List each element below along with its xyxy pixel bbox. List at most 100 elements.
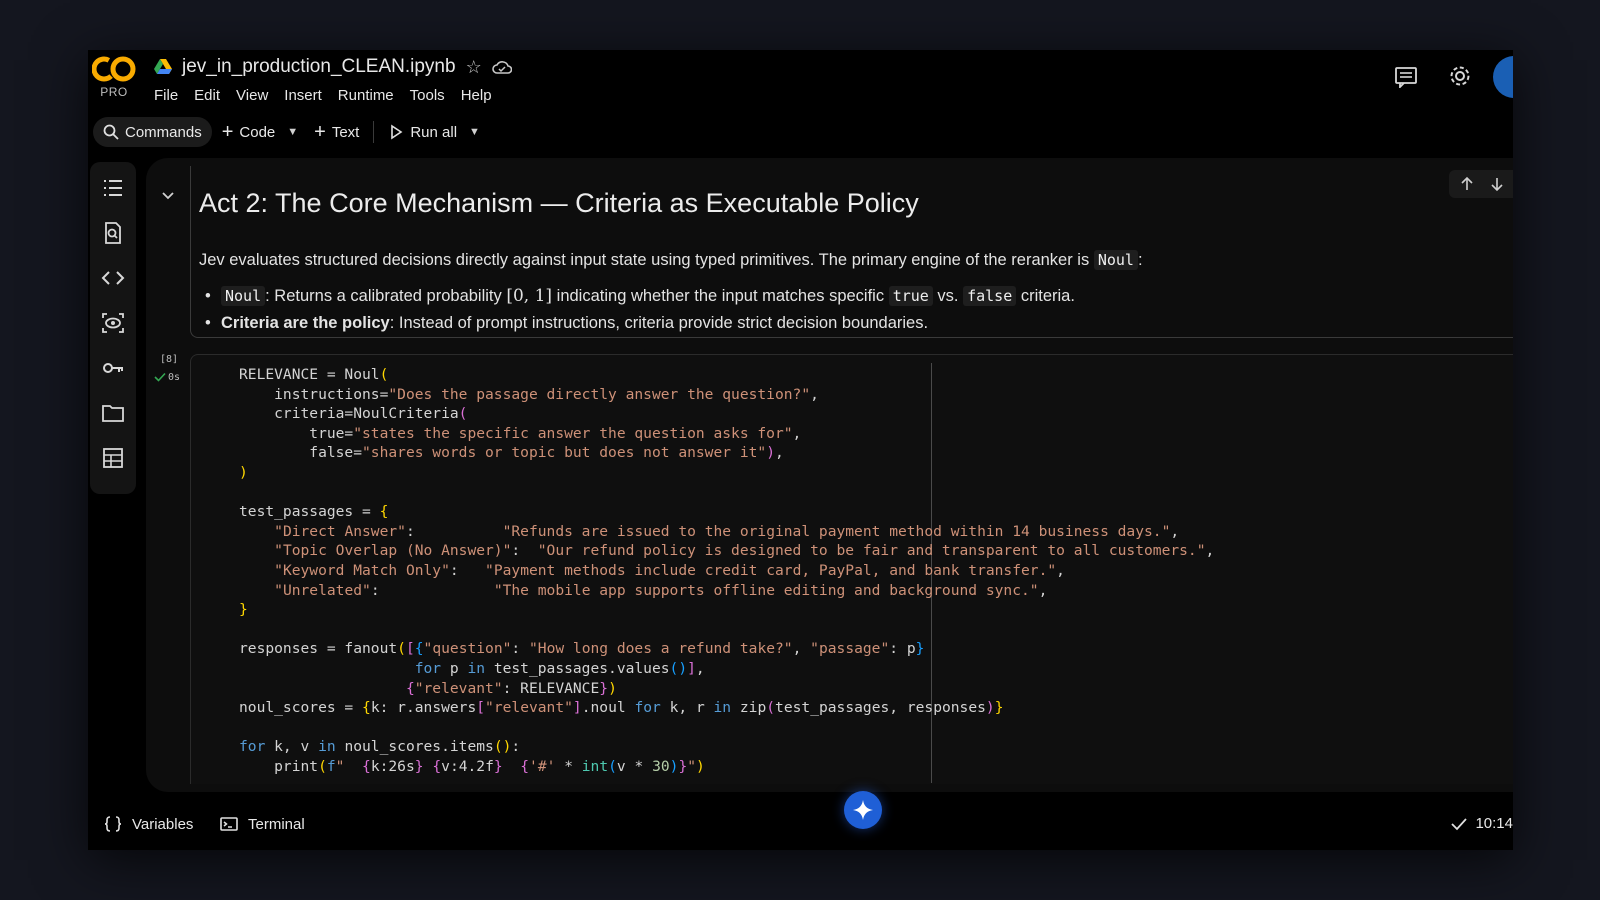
code-line: } (239, 601, 248, 619)
code-editor[interactable]: RELEVANCE = Noul( instructions="Does the… (239, 365, 1214, 776)
list-item: Noul: Returns a calibrated probability [… (205, 283, 1075, 310)
plus-icon: + (314, 121, 326, 143)
terminal-label: Terminal (248, 815, 305, 833)
data-table-icon[interactable] (101, 446, 125, 470)
list-item: Criteria are the policy: Instead of prom… (205, 310, 1075, 337)
run-all-button[interactable]: Run all (378, 117, 467, 147)
intro-colon: : (1137, 251, 1143, 269)
inline-code-true: true (888, 286, 933, 306)
plus-icon: + (221, 121, 234, 143)
gemini-sparkle-icon (853, 800, 873, 820)
bottom-bar: Variables Terminal 10:14 (88, 800, 1513, 850)
code-line: instructions="Does the passage directly … (239, 385, 819, 403)
run-all-dropdown-chevron-icon[interactable]: ▼ (469, 126, 480, 138)
bullet-text: indicating whether the input matches spe… (556, 287, 885, 305)
search-icon (103, 124, 119, 140)
toolbar-divider (373, 121, 375, 143)
google-drive-icon (154, 59, 172, 74)
code-line: test_passages = { (239, 503, 389, 521)
code-line: false="shares words or topic but does no… (239, 444, 784, 462)
commands-label: Commands (125, 123, 202, 141)
colab-logo[interactable]: PRO (92, 54, 136, 99)
gemini-assistant-button[interactable] (844, 791, 882, 829)
add-code-button[interactable]: + Code (212, 117, 286, 147)
runtime-status[interactable]: 10:14 (1451, 815, 1513, 832)
pro-badge: PRO (100, 85, 128, 99)
add-text-button[interactable]: + Text (304, 117, 369, 147)
bullet-bold-text: Criteria are the policy (221, 314, 390, 332)
menu-edit[interactable]: Edit (194, 87, 220, 104)
variables-label: Variables (132, 815, 194, 833)
inline-code-false: false (963, 286, 1017, 306)
colab-window: PRO jev_in_production_CLEAN.ipynb ☆ File… (88, 50, 1513, 850)
bullet-text: : Returns a calibrated probability (265, 287, 502, 305)
code-snippets-icon[interactable] (101, 266, 125, 290)
code-line: responses = fanout([{"question": "How lo… (239, 640, 925, 658)
menu-view[interactable]: View (236, 87, 268, 104)
menu-bar: File Edit View Insert Runtime Tools Help (154, 87, 492, 104)
text-label: Text (331, 123, 360, 141)
star-icon[interactable]: ☆ (466, 58, 482, 76)
code-cell[interactable]: RELEVANCE = Noul( instructions="Does the… (190, 354, 1513, 784)
run-all-label: Run all (410, 123, 458, 141)
variables-button[interactable]: Variables (104, 815, 193, 833)
execution-count: [8] (160, 354, 179, 365)
secrets-key-icon[interactable] (101, 356, 125, 380)
commands-button[interactable]: Commands (93, 117, 212, 147)
markdown-cell[interactable]: Act 2: The Core Mechanism — Criteria as … (190, 166, 1513, 338)
code-line: ) (239, 463, 248, 481)
menu-help[interactable]: Help (461, 87, 492, 104)
check-icon (1451, 817, 1468, 830)
find-replace-icon[interactable] (101, 221, 125, 245)
variable-inspector-icon[interactable] (101, 311, 125, 335)
code-line: {"relevant": RELEVANCE}) (405, 679, 617, 697)
cloud-icon[interactable] (491, 59, 512, 75)
move-cell-down-icon[interactable] (1489, 176, 1505, 192)
menu-runtime[interactable]: Runtime (338, 87, 394, 104)
code-line: "Unrelated": "The mobile app supports of… (274, 581, 1048, 599)
status-time: 10:14 (1475, 815, 1513, 832)
braces-icon (104, 816, 122, 832)
code-line: criteria=NoulCriteria( (239, 405, 468, 423)
section-collapse-chevron-icon[interactable] (160, 188, 176, 204)
avatar[interactable] (1493, 56, 1513, 98)
code-line: for p in test_passages.values()], (414, 659, 705, 677)
play-icon (391, 124, 403, 140)
table-of-contents-icon[interactable] (101, 176, 125, 200)
code-line: "Keyword Match Only": "Payment methods i… (274, 561, 1065, 579)
bullet-list: Noul: Returns a calibrated probability [… (205, 283, 1075, 337)
terminal-button[interactable]: Terminal (220, 815, 305, 833)
bullet-text: criteria. (1020, 287, 1075, 305)
execution-status: 0s (154, 371, 180, 383)
code-dropdown-chevron-icon[interactable]: ▼ (287, 126, 298, 138)
left-sidebar (90, 162, 136, 494)
notebook-area: Act 2: The Core Mechanism — Criteria as … (146, 158, 1513, 792)
inline-code-noul: Noul (1093, 250, 1138, 270)
intro-text: Jev evaluates structured decisions direc… (199, 251, 1090, 269)
terminal-icon (220, 817, 238, 831)
bullet-text: : Instead of prompt instructions, criter… (389, 314, 929, 332)
execution-time: 0s (168, 371, 181, 383)
menu-file[interactable]: File (154, 87, 178, 104)
code-line: "Direct Answer": "Refunds are issued to … (274, 522, 1180, 540)
code-line: "Topic Overlap (No Answer)": "Our refund… (274, 542, 1215, 560)
intro-paragraph: Jev evaluates structured decisions direc… (199, 250, 1143, 270)
move-cell-up-icon[interactable] (1459, 176, 1475, 192)
menu-insert[interactable]: Insert (284, 87, 322, 104)
notebook-title[interactable]: jev_in_production_CLEAN.ipynb (182, 56, 456, 78)
gear-icon[interactable] (1447, 63, 1473, 89)
check-icon (154, 372, 166, 382)
code-label: Code (239, 123, 276, 141)
code-line: true="states the specific answer the que… (239, 424, 802, 442)
code-line: print(f" {k:26s} {v:4.2f} {'#' * int(v *… (239, 757, 705, 775)
math-interval: [0, 1] (506, 286, 553, 306)
menu-tools[interactable]: Tools (410, 87, 445, 104)
comment-icon[interactable] (1394, 66, 1418, 88)
code-line: noul_scores = {k: r.answers["relevant"].… (239, 699, 1004, 717)
files-folder-icon[interactable] (101, 401, 125, 425)
section-heading: Act 2: The Core Mechanism — Criteria as … (199, 188, 919, 218)
colab-logo-icon (92, 56, 136, 82)
